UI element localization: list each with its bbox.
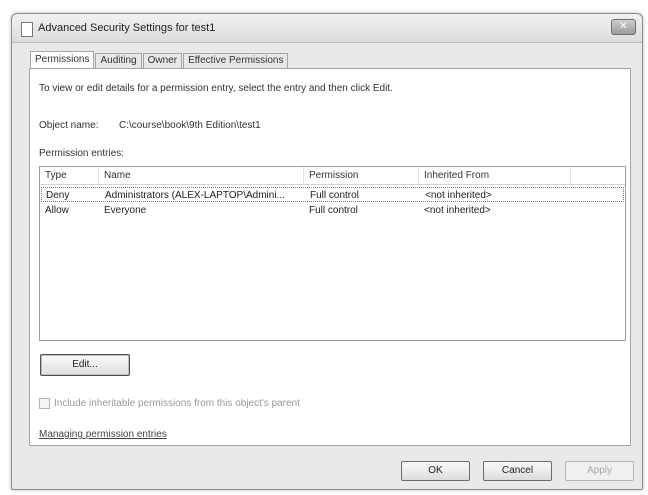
ok-button[interactable]: OK (401, 461, 470, 481)
cancel-button[interactable]: Cancel (483, 461, 552, 481)
permissions-panel: To view or edit details for a permission… (29, 68, 631, 446)
column-header-name[interactable]: Name (99, 167, 304, 184)
tab-strip: Permissions Auditing Owner Effective Per… (30, 51, 289, 68)
tab-auditing[interactable]: Auditing (95, 53, 142, 68)
tab-effective-permissions[interactable]: Effective Permissions (183, 53, 289, 68)
row-type: Allow (45, 205, 69, 216)
list-header: Type Name Permission Inherited From (40, 167, 625, 185)
advanced-security-settings-window: Advanced Security Settings for test1 ✕ P… (11, 13, 643, 490)
row-name: Administrators (ALEX-LAPTOP\Admini... (105, 190, 285, 201)
apply-button[interactable]: Apply (565, 461, 634, 481)
close-icon: ✕ (619, 21, 628, 32)
table-row[interactable]: Deny Administrators (ALEX-LAPTOP\Admini.… (41, 187, 624, 202)
column-header-inherited-from[interactable]: Inherited From (419, 167, 571, 184)
edit-button[interactable]: Edit... (40, 354, 130, 376)
close-button[interactable]: ✕ (611, 19, 636, 35)
instructions-text: To view or edit details for a permission… (39, 83, 393, 94)
row-type: Deny (46, 190, 70, 201)
row-inherited-from: <not inherited> (424, 205, 491, 216)
column-header-type[interactable]: Type (40, 167, 99, 184)
row-name: Everyone (104, 205, 147, 216)
title-bar[interactable]: Advanced Security Settings for test1 ✕ (12, 14, 642, 43)
permission-entries-list[interactable]: Type Name Permission Inherited From Deny… (39, 166, 626, 341)
object-name-value: C:\course\book\9th Edition\test1 (119, 120, 261, 131)
tab-permissions[interactable]: Permissions (30, 51, 95, 68)
document-icon (21, 22, 33, 37)
object-name-label: Object name: (39, 120, 99, 131)
permission-entries-label: Permission entries: (39, 148, 125, 159)
tab-owner[interactable]: Owner (142, 53, 183, 68)
row-permission: Full control (310, 190, 359, 201)
row-permission: Full control (309, 205, 358, 216)
column-header-permission[interactable]: Permission (304, 167, 419, 184)
checkbox-icon[interactable] (39, 398, 50, 409)
include-inheritable-label: Include inheritable permissions from thi… (54, 398, 300, 409)
window-title: Advanced Security Settings for test1 (38, 22, 216, 34)
row-inherited-from: <not inherited> (425, 190, 492, 201)
table-row[interactable]: Allow Everyone Full control <not inherit… (41, 203, 624, 218)
managing-permission-entries-link[interactable]: Managing permission entries (39, 429, 167, 440)
